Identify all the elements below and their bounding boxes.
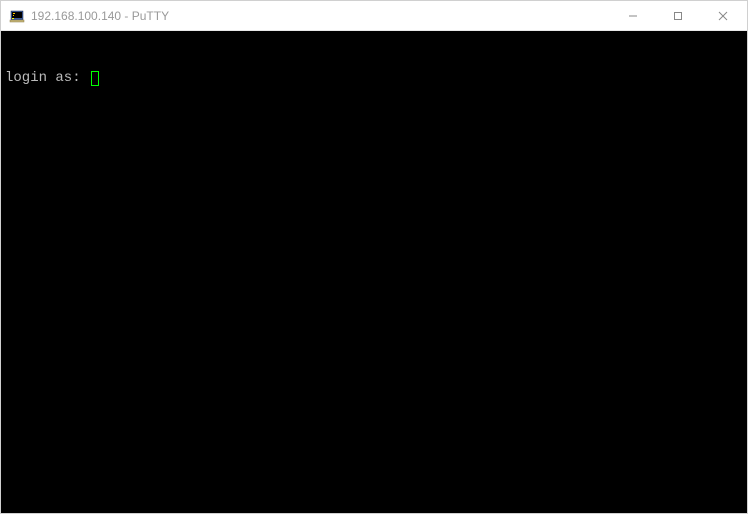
terminal-area[interactable]: login as: xyxy=(1,31,747,513)
titlebar: 192.168.100.140 - PuTTY xyxy=(1,1,747,31)
putty-icon xyxy=(9,8,25,24)
window-controls xyxy=(610,1,745,30)
window-title: 192.168.100.140 - PuTTY xyxy=(31,9,610,23)
minimize-button[interactable] xyxy=(610,1,655,30)
login-prompt-line: login as: xyxy=(5,69,743,87)
cursor-icon xyxy=(91,71,99,86)
login-prompt: login as: xyxy=(5,69,89,87)
maximize-button[interactable] xyxy=(655,1,700,30)
close-button[interactable] xyxy=(700,1,745,30)
